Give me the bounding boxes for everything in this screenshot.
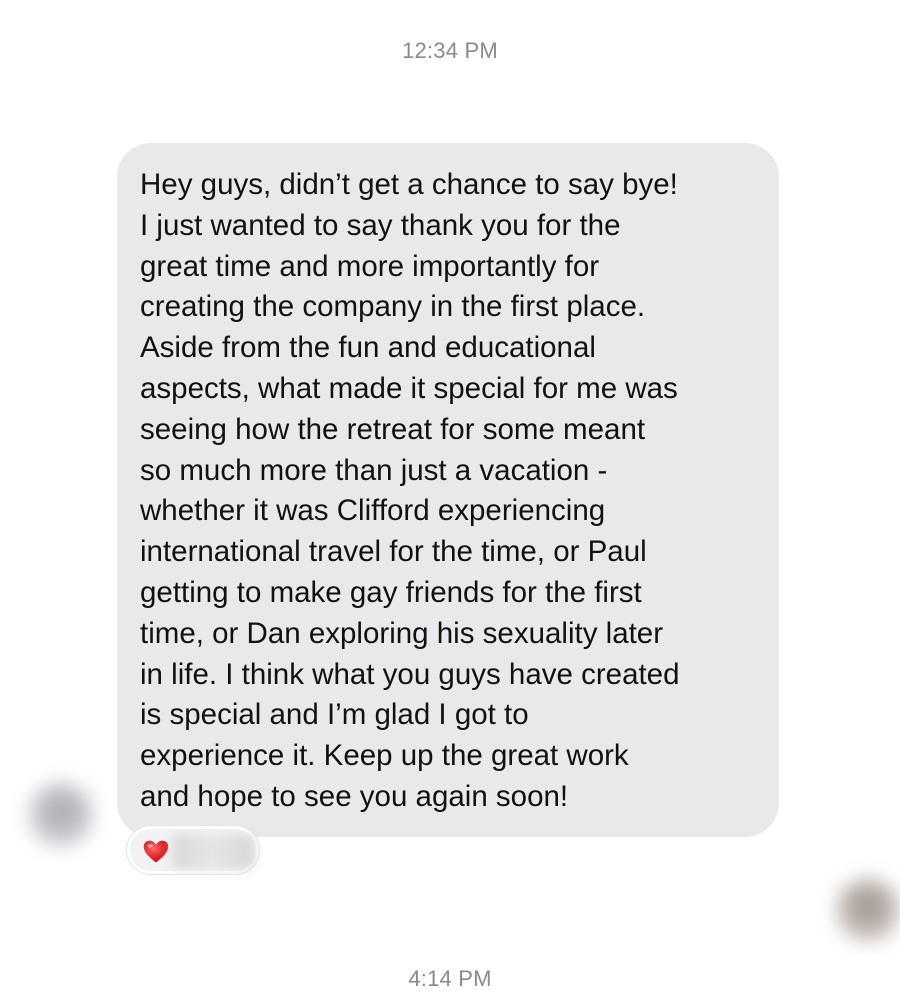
read-receipt-avatar	[836, 878, 900, 942]
timestamp-top: 12:34 PM	[402, 38, 498, 63]
reactor-name-redacted	[172, 835, 254, 869]
heart-icon	[143, 840, 169, 863]
sender-avatar[interactable]	[28, 782, 94, 848]
message-text: Hey guys, didn’t get a chance to say bye…	[140, 168, 680, 813]
message-bubble[interactable]: Hey guys, didn’t get a chance to say bye…	[117, 143, 779, 837]
timestamp-bottom: 4:14 PM	[408, 966, 492, 991]
reaction-badge[interactable]	[127, 826, 259, 874]
